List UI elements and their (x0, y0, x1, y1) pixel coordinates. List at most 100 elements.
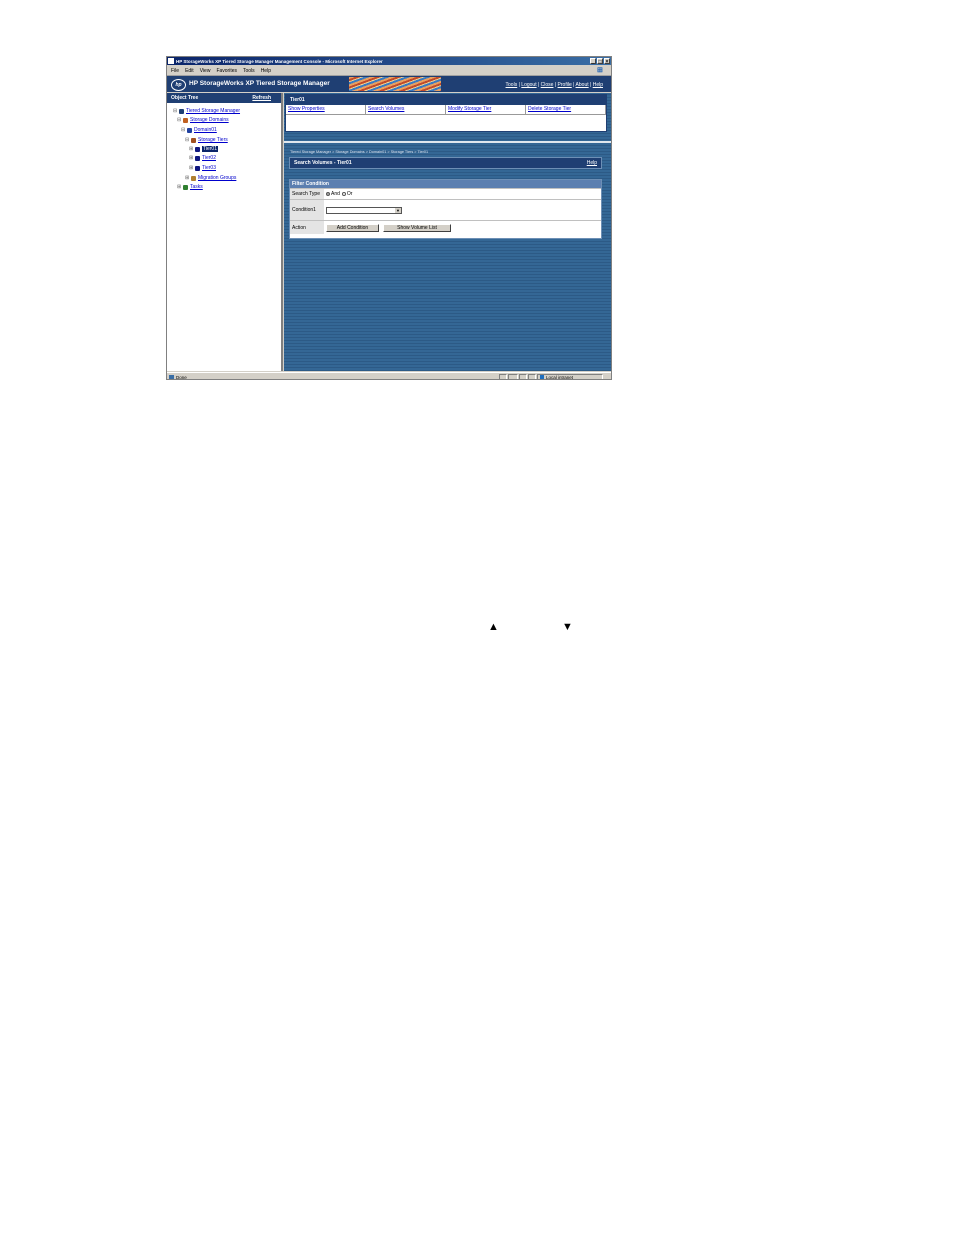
app-banner: hp HP StorageWorks XP Tiered Storage Man… (167, 76, 611, 92)
global-links: Tools | Logout | Close | Profile | About… (505, 82, 603, 88)
tree-node-storage-domains[interactable]: ⊟ Storage Domains (177, 116, 229, 124)
tab-show-properties[interactable]: Show Properties (286, 105, 366, 114)
help-link[interactable]: Help (587, 158, 597, 168)
search-type-options: And Or (324, 189, 601, 199)
tree-label[interactable]: Tier02 (202, 155, 216, 161)
menu-favorites[interactable]: Favorites (216, 68, 237, 74)
status-cell (519, 374, 527, 379)
radio-or[interactable] (341, 192, 346, 196)
zone-cell: Local intranet (537, 374, 603, 379)
collapse-icon[interactable]: ⊟ (185, 137, 190, 143)
tier-icon (195, 165, 200, 171)
menu-view[interactable]: View (200, 68, 211, 74)
tier-actions: Show Properties Search Volumes Modify St… (286, 105, 606, 115)
status-cell (499, 374, 507, 379)
ie-page-icon (168, 58, 174, 64)
radio-or-label: Or (346, 191, 353, 197)
windows-flag-icon: ⊞ (597, 67, 603, 74)
pane-divider (284, 141, 611, 143)
hp-logo: hp (171, 79, 186, 91)
breadcrumb: Tiered Storage Manager > Storage Domains… (290, 150, 429, 154)
chevron-down-icon[interactable]: ▼ (395, 207, 401, 213)
tiers-icon (191, 137, 196, 143)
action-row: Action Add Condition Show Volume List (290, 220, 601, 234)
expand-icon[interactable]: ⊞ (189, 155, 194, 161)
tree-node-domain01[interactable]: ⊟ Domain01 (181, 126, 217, 134)
object-tree-pane: Object Tree Refresh ⊟ Tiered Storage Man… (167, 93, 283, 371)
tab-delete-storage-tier[interactable]: Delete Storage Tier (526, 105, 606, 114)
search-type-row: Search Type And Or (290, 188, 601, 199)
collapse-icon[interactable]: ⊟ (177, 117, 182, 123)
tree-node-migration-groups[interactable]: ⊞ Migration Groups (185, 174, 236, 182)
tab-modify-storage-tier[interactable]: Modify Storage Tier (446, 105, 526, 114)
tree-node-tier02[interactable]: ⊞ Tier02 (189, 154, 216, 162)
tree-label[interactable]: Tier03 (202, 165, 216, 171)
add-condition-button[interactable]: Add Condition (326, 223, 379, 232)
refresh-link[interactable]: Refresh (252, 95, 271, 101)
tree-label[interactable]: Migration Groups (198, 175, 236, 181)
menu-file[interactable]: File (171, 68, 179, 74)
menu-tools[interactable]: Tools (243, 68, 255, 74)
intranet-icon (540, 375, 544, 379)
banner-graphic (349, 77, 441, 91)
tree-node-tier03[interactable]: ⊞ Tier03 (189, 164, 216, 172)
tree-node-storage-tiers[interactable]: ⊟ Storage Tiers (185, 136, 228, 144)
tab-search-volumes[interactable]: Search Volumes (366, 105, 446, 114)
tier-panel-title: Tier01 (286, 95, 606, 105)
collapse-icon[interactable]: ⊟ (181, 127, 186, 133)
minimize-button[interactable]: _ (590, 58, 596, 65)
tree-label[interactable]: Tiered Storage Manager (186, 108, 240, 114)
expand-icon[interactable]: ⊞ (189, 146, 194, 152)
migration-icon (191, 175, 196, 181)
status-cell (528, 374, 536, 379)
tree-label[interactable]: Storage Domains (190, 117, 229, 123)
page-title: Search Volumes - Tier01 (294, 160, 352, 166)
maximize-button[interactable]: □ (597, 58, 603, 65)
link-logout[interactable]: Logout (521, 82, 536, 88)
filter-condition-panel: Filter Condition Search Type And Or Cond… (289, 179, 602, 239)
domains-icon (183, 117, 188, 123)
condition-value: ▼ (324, 200, 601, 220)
tasks-icon (183, 184, 188, 190)
status-text: Done (176, 374, 187, 380)
search-volumes-header: Search Volumes - Tier01 Help (289, 157, 602, 169)
domain-icon (187, 127, 192, 133)
action-label: Action (290, 221, 324, 234)
close-button[interactable]: × (604, 58, 610, 65)
link-profile[interactable]: Profile (558, 82, 572, 88)
tree-label[interactable]: Tasks (190, 184, 203, 190)
link-about[interactable]: About (576, 82, 589, 88)
tree-node-tier01[interactable]: ⊞ Tier01 (189, 145, 218, 153)
tree-label[interactable]: Storage Tiers (198, 137, 228, 143)
down-triangle-icon: ▼ (562, 621, 573, 633)
app-icon (179, 108, 184, 114)
tree-label[interactable]: Tier01 (202, 146, 218, 152)
tree-node-tasks[interactable]: ⊞ Tasks (177, 183, 203, 191)
expand-icon[interactable]: ⊞ (189, 165, 194, 171)
link-close[interactable]: Close (541, 82, 554, 88)
collapse-icon[interactable]: ⊟ (173, 108, 178, 114)
link-tools[interactable]: Tools (506, 82, 518, 88)
up-triangle-icon: ▲ (488, 621, 499, 633)
show-volume-list-button[interactable]: Show Volume List (383, 223, 451, 232)
tree-node-tiered-storage-manager[interactable]: ⊟ Tiered Storage Manager (173, 107, 240, 115)
expand-icon[interactable]: ⊞ (177, 184, 182, 190)
menu-bar: File Edit View Favorites Tools Help ⊞ (167, 66, 611, 76)
object-tree-header: Object Tree Refresh (167, 93, 281, 103)
radio-and[interactable] (326, 192, 330, 196)
window-title: HP StorageWorks XP Tiered Storage Manage… (176, 58, 383, 64)
menu-edit[interactable]: Edit (185, 68, 194, 74)
search-type-label: Search Type (290, 189, 324, 199)
status-cell (508, 374, 518, 379)
menu-help[interactable]: Help (261, 68, 271, 74)
link-help[interactable]: Help (593, 82, 603, 88)
condition-label: Condition1 (290, 200, 324, 220)
title-bar: HP StorageWorks XP Tiered Storage Manage… (167, 57, 611, 65)
condition-select[interactable]: ▼ (326, 206, 402, 214)
page-done-icon (169, 374, 174, 379)
tier-icon (195, 146, 200, 152)
expand-icon[interactable]: ⊞ (185, 175, 190, 181)
tier-icon (195, 155, 200, 161)
tree-label[interactable]: Domain01 (194, 127, 217, 133)
status-bar: Done Local intranet (167, 372, 611, 380)
